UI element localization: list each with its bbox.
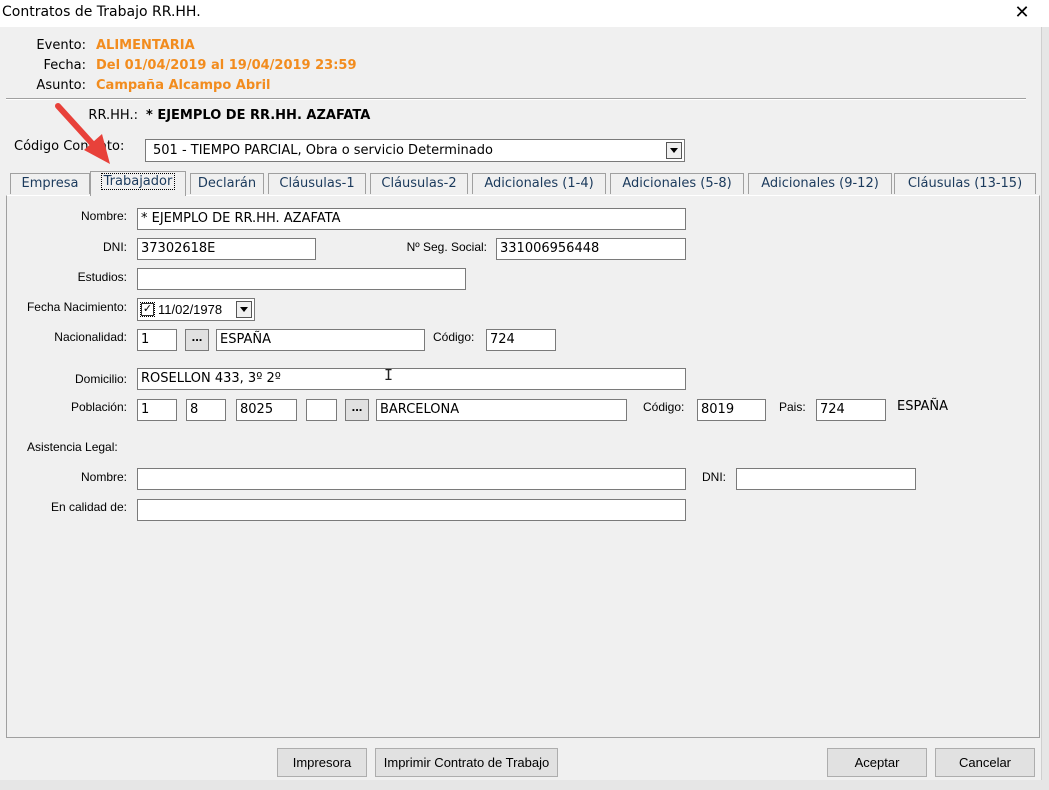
nacionalidad-name-field[interactable]: ESPAÑA [216,329,425,351]
seg-social-field[interactable]: 331006956448 [496,238,686,260]
estudios-label: Estudios: [77,270,127,284]
tab-label: Trabajador [100,173,176,190]
fecha-nacimiento-label: Fecha Nacimiento: [26,300,127,314]
fecha-label: Fecha: [43,58,87,73]
chevron-down-icon[interactable] [666,142,682,159]
tab-declaran[interactable]: Declarán [190,173,264,194]
tab-label: Adicionales (9-12) [761,176,879,191]
title-bar: Contratos de Trabajo RR.HH. ✕ [0,0,1049,27]
pais-label: Pais: [779,400,806,414]
pais-field[interactable]: 724 [816,399,886,421]
tab-trabajador[interactable]: Trabajador [90,171,186,196]
imprimir-contrato-button[interactable]: Imprimir Contrato de Trabajo [375,748,558,777]
aceptar-button[interactable]: Aceptar [827,748,927,777]
header-divider [6,98,1026,100]
contract-value: 501 - TIEMPO PARCIAL, Obra o servicio De… [153,143,493,158]
poblacion-field-2[interactable]: 8 [186,399,226,421]
al-dni-field[interactable] [736,468,916,490]
tab-adicionales-1-4[interactable]: Adicionales (1-4) [472,173,606,194]
poblacion-field-3[interactable]: 8025 [236,399,297,421]
tab-empresa[interactable]: Empresa [10,173,90,194]
close-icon[interactable]: ✕ [1004,0,1040,26]
estudios-field[interactable] [137,268,466,290]
tab-label: Cláusulas-1 [279,176,355,191]
tab-label: Adicionales (1-4) [484,176,594,191]
poblacion-field-4[interactable] [306,399,337,421]
poblacion-codigo-label: Código: [643,400,685,414]
nacionalidad-code-field[interactable]: 1 [137,329,177,351]
background-window-edge [1041,27,1049,790]
chevron-down-icon[interactable] [236,301,252,318]
contract-select[interactable]: 501 - TIEMPO PARCIAL, Obra o servicio De… [145,139,685,162]
poblacion-lookup-button[interactable]: ... [345,399,369,421]
tab-label: Cláusulas (13-15) [907,176,1023,191]
fecha-value: Del 01/04/2019 al 19/04/2019 23:59 [96,58,357,73]
poblacion-field-1[interactable]: 1 [137,399,177,421]
tab-clausulas-1[interactable]: Cláusulas-1 [268,173,366,194]
al-nombre-label: Nombre: [80,470,127,484]
cancelar-button[interactable]: Cancelar [935,748,1035,777]
fecha-nacimiento-picker[interactable]: ✓ 11/02/1978 [137,298,255,321]
fecha-nacimiento-value: 11/02/1978 [158,302,223,317]
dni-label: DNI: [103,240,127,254]
tab-label: Declarán [197,176,257,191]
tab-label: Adicionales (5-8) [622,176,732,191]
poblacion-name-field[interactable]: BARCELONA [376,399,627,421]
tab-adicionales-5-8[interactable]: Adicionales (5-8) [610,173,744,194]
tab-label: Empresa [21,176,79,191]
asunto-value: Campaña Alcampo Abril [96,78,271,93]
al-calidad-field[interactable] [137,499,686,521]
tab-clausulas-13-15[interactable]: Cláusulas (13-15) [894,173,1036,194]
fecha-nacimiento-checkbox[interactable]: ✓ [140,302,155,317]
seg-social-label: Nº Seg. Social: [406,240,487,254]
annotation-arrow-icon [55,103,110,164]
poblacion-label: Población: [70,400,127,414]
dni-field[interactable]: 37302618E [137,238,316,260]
nombre-label: Nombre: [80,209,127,223]
tab-adicionales-9-12[interactable]: Adicionales (9-12) [748,173,892,194]
text-cursor-icon: I [384,366,394,384]
evento-label: Evento: [36,38,86,53]
evento-value: ALIMENTARIA [96,38,195,53]
pais-name: ESPAÑA [897,399,948,414]
rrhh-value: * EJEMPLO DE RR.HH. AZAFATA [146,108,371,123]
nacionalidad-label: Nacionalidad: [54,330,127,344]
nacionalidad-codigo-label: Código: [433,330,475,344]
asunto-label: Asunto: [36,78,86,93]
tab-clausulas-2[interactable]: Cláusulas-2 [370,173,468,194]
asistencia-legal-heading: Asistencia Legal: [27,440,118,454]
domicilio-field[interactable]: ROSELLON 433, 3º 2º [137,368,686,390]
al-dni-label: DNI: [702,470,726,484]
tab-label: Cláusulas-2 [381,176,457,191]
nombre-field[interactable]: * EJEMPLO DE RR.HH. AZAFATA [137,208,686,230]
poblacion-codigo-field[interactable]: 8019 [697,399,766,421]
impresora-button[interactable]: Impresora [277,748,367,777]
nacionalidad-codigo-field[interactable]: 724 [486,329,556,351]
window-bottom-edge [0,780,1049,790]
al-nombre-field[interactable] [137,468,686,490]
al-calidad-label: En calidad de: [50,500,127,514]
tab-bar: Empresa Trabajador Declarán Cláusulas-1 … [6,171,1040,196]
window-title: Contratos de Trabajo RR.HH. [2,4,201,20]
nacionalidad-lookup-button[interactable]: ... [185,329,209,351]
domicilio-label: Domicilio: [74,372,127,386]
